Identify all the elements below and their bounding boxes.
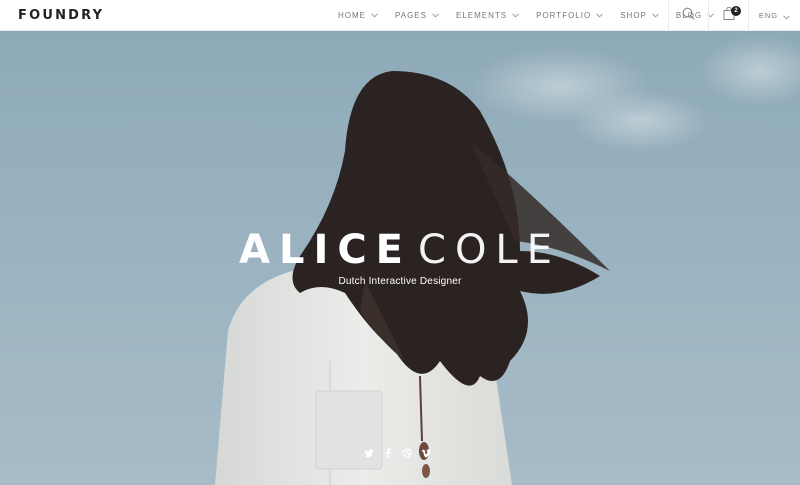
- chevron-down-icon: [652, 13, 659, 18]
- nav-item-label: ELEMENTS: [455, 11, 508, 20]
- nav-item-shop[interactable]: SHOP: [620, 0, 659, 31]
- search-icon: [682, 7, 695, 25]
- nav-item-label: PORTFOLIO: [536, 11, 592, 20]
- dribbble-icon[interactable]: [402, 448, 412, 458]
- cart-button[interactable]: 2: [708, 0, 748, 31]
- logo[interactable]: FOUNDRY: [18, 8, 104, 23]
- cart-count-badge: 2: [731, 6, 741, 16]
- hero-title: ALICE COLE: [0, 227, 800, 273]
- vimeo-icon[interactable]: [421, 448, 431, 458]
- twitter-icon[interactable]: [364, 448, 374, 458]
- chevron-down-icon: [432, 13, 439, 18]
- nav-item-label: SHOP: [620, 11, 647, 20]
- chevron-down-icon: [783, 13, 790, 20]
- hero-section: ALICE COLE Dutch Interactive Designer: [0, 31, 800, 485]
- hero-first-name: ALICE: [239, 227, 413, 273]
- facebook-icon[interactable]: [383, 448, 393, 458]
- language-selector[interactable]: ENG: [748, 0, 800, 31]
- nav-item-elements[interactable]: ELEMENTS: [456, 0, 519, 31]
- social-links: [364, 448, 431, 458]
- chevron-down-icon: [596, 13, 604, 18]
- nav-item-home[interactable]: HOME: [338, 0, 378, 31]
- language-label: ENG: [758, 11, 779, 20]
- nav-item-portfolio[interactable]: PORTFOLIO: [536, 0, 604, 31]
- hero-subtitle: Dutch Interactive Designer: [338, 276, 462, 287]
- nav-item-label: PAGES: [395, 11, 427, 20]
- nav-tools: 2 ENG: [668, 0, 800, 31]
- chevron-down-icon: [512, 13, 519, 18]
- nav-item-label: HOME: [338, 11, 366, 20]
- top-navbar: FOUNDRY HOME PAGES ELEMENTS PORTFOLIO SH…: [0, 0, 800, 31]
- chevron-down-icon: [371, 13, 378, 18]
- nav-item-pages[interactable]: PAGES: [395, 0, 439, 31]
- search-button[interactable]: [668, 0, 708, 31]
- hero-last-name: COLE: [418, 227, 561, 273]
